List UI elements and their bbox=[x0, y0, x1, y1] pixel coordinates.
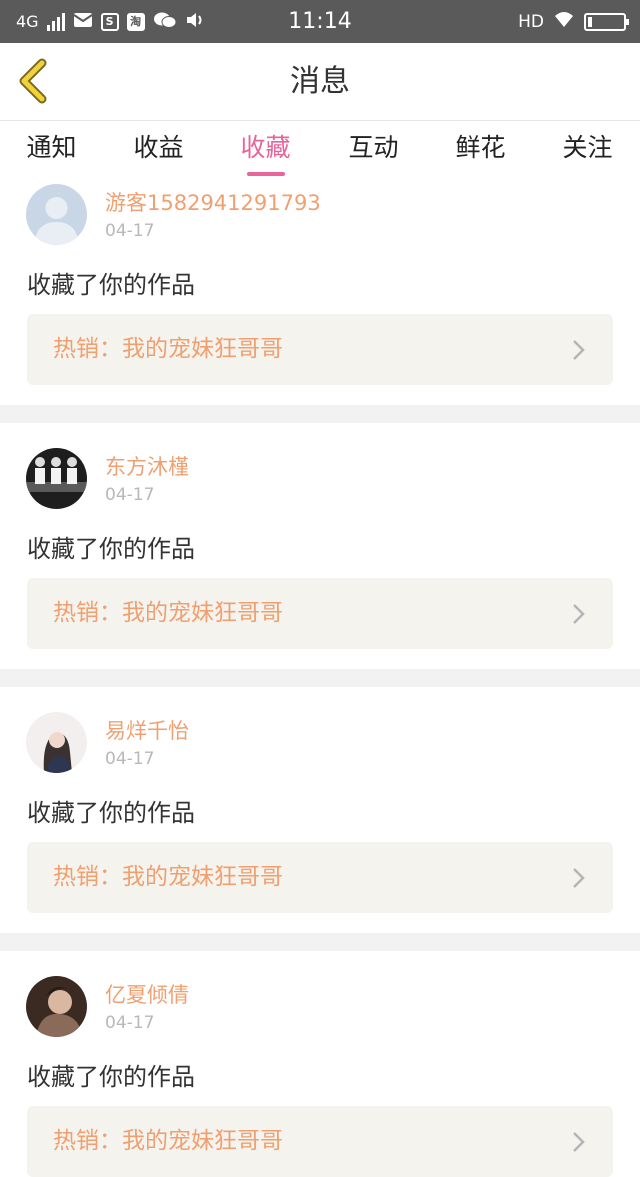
tab-following[interactable]: 关注 bbox=[534, 121, 640, 179]
work-link[interactable]: 热销：我的宠妹狂哥哥 bbox=[27, 578, 613, 649]
timestamp: 04-17 bbox=[105, 749, 155, 769]
battery-icon bbox=[584, 12, 629, 31]
action-text: 收藏了你的作品 bbox=[27, 271, 195, 299]
wifi-icon bbox=[552, 10, 576, 33]
work-title: 热销：我的宠妹狂哥哥 bbox=[53, 864, 283, 890]
chevron-right-icon bbox=[573, 868, 585, 888]
timestamp: 04-17 bbox=[105, 221, 155, 241]
list-item: 易烊千怡 04-17 收藏了你的作品 热销：我的宠妹狂哥哥 bbox=[0, 687, 640, 913]
status-bar: 4G S 淘 11:14 HD bbox=[0, 0, 640, 43]
work-title: 热销：我的宠妹狂哥哥 bbox=[53, 336, 283, 362]
timestamp: 04-17 bbox=[105, 485, 155, 505]
list-item: 游客1582941291793 04-17 收藏了你的作品 热销：我的宠妹狂哥哥 bbox=[0, 179, 640, 405]
work-link[interactable]: 热销：我的宠妹狂哥哥 bbox=[27, 1106, 613, 1177]
work-link[interactable]: 热销：我的宠妹狂哥哥 bbox=[27, 842, 613, 913]
username[interactable]: 亿夏倾倩 bbox=[105, 979, 189, 1009]
hd-indicator: HD bbox=[518, 11, 544, 32]
divider bbox=[0, 405, 640, 423]
avatar[interactable] bbox=[26, 184, 87, 245]
tab-earnings[interactable]: 收益 bbox=[105, 121, 212, 179]
tab-flowers[interactable]: 鲜花 bbox=[427, 121, 534, 179]
active-tab-indicator bbox=[247, 172, 285, 176]
username[interactable]: 游客1582941291793 bbox=[105, 187, 321, 217]
list-item: 亿夏倾倩 04-17 收藏了你的作品 热销：我的宠妹狂哥哥 bbox=[0, 951, 640, 1177]
status-right: HD bbox=[518, 0, 629, 43]
timestamp: 04-17 bbox=[105, 1013, 155, 1033]
username[interactable]: 易烊千怡 bbox=[105, 715, 189, 745]
divider bbox=[0, 933, 640, 951]
list-item: 东方沐槿 04-17 收藏了你的作品 热销：我的宠妹狂哥哥 bbox=[0, 423, 640, 649]
action-text: 收藏了你的作品 bbox=[27, 799, 195, 827]
action-text: 收藏了你的作品 bbox=[27, 1063, 195, 1091]
tab-interactions[interactable]: 互动 bbox=[320, 121, 427, 179]
avatar[interactable] bbox=[26, 448, 87, 509]
avatar[interactable] bbox=[26, 976, 87, 1037]
tab-favorites[interactable]: 收藏 bbox=[212, 121, 319, 179]
chevron-right-icon bbox=[573, 604, 585, 624]
username[interactable]: 东方沐槿 bbox=[105, 451, 189, 481]
action-text: 收藏了你的作品 bbox=[27, 535, 195, 563]
avatar[interactable] bbox=[26, 712, 87, 773]
tab-bar: 通知 收益 收藏 互动 鲜花 关注 bbox=[0, 121, 640, 179]
work-link[interactable]: 热销：我的宠妹狂哥哥 bbox=[27, 314, 613, 385]
page-title: 消息 bbox=[290, 64, 350, 99]
chevron-right-icon bbox=[573, 340, 585, 360]
work-title: 热销：我的宠妹狂哥哥 bbox=[53, 1128, 283, 1154]
divider bbox=[0, 669, 640, 687]
chevron-right-icon bbox=[573, 1132, 585, 1152]
tab-notifications[interactable]: 通知 bbox=[0, 121, 105, 179]
nav-bar: 消息 bbox=[0, 43, 640, 121]
work-title: 热销：我的宠妹狂哥哥 bbox=[53, 600, 283, 626]
